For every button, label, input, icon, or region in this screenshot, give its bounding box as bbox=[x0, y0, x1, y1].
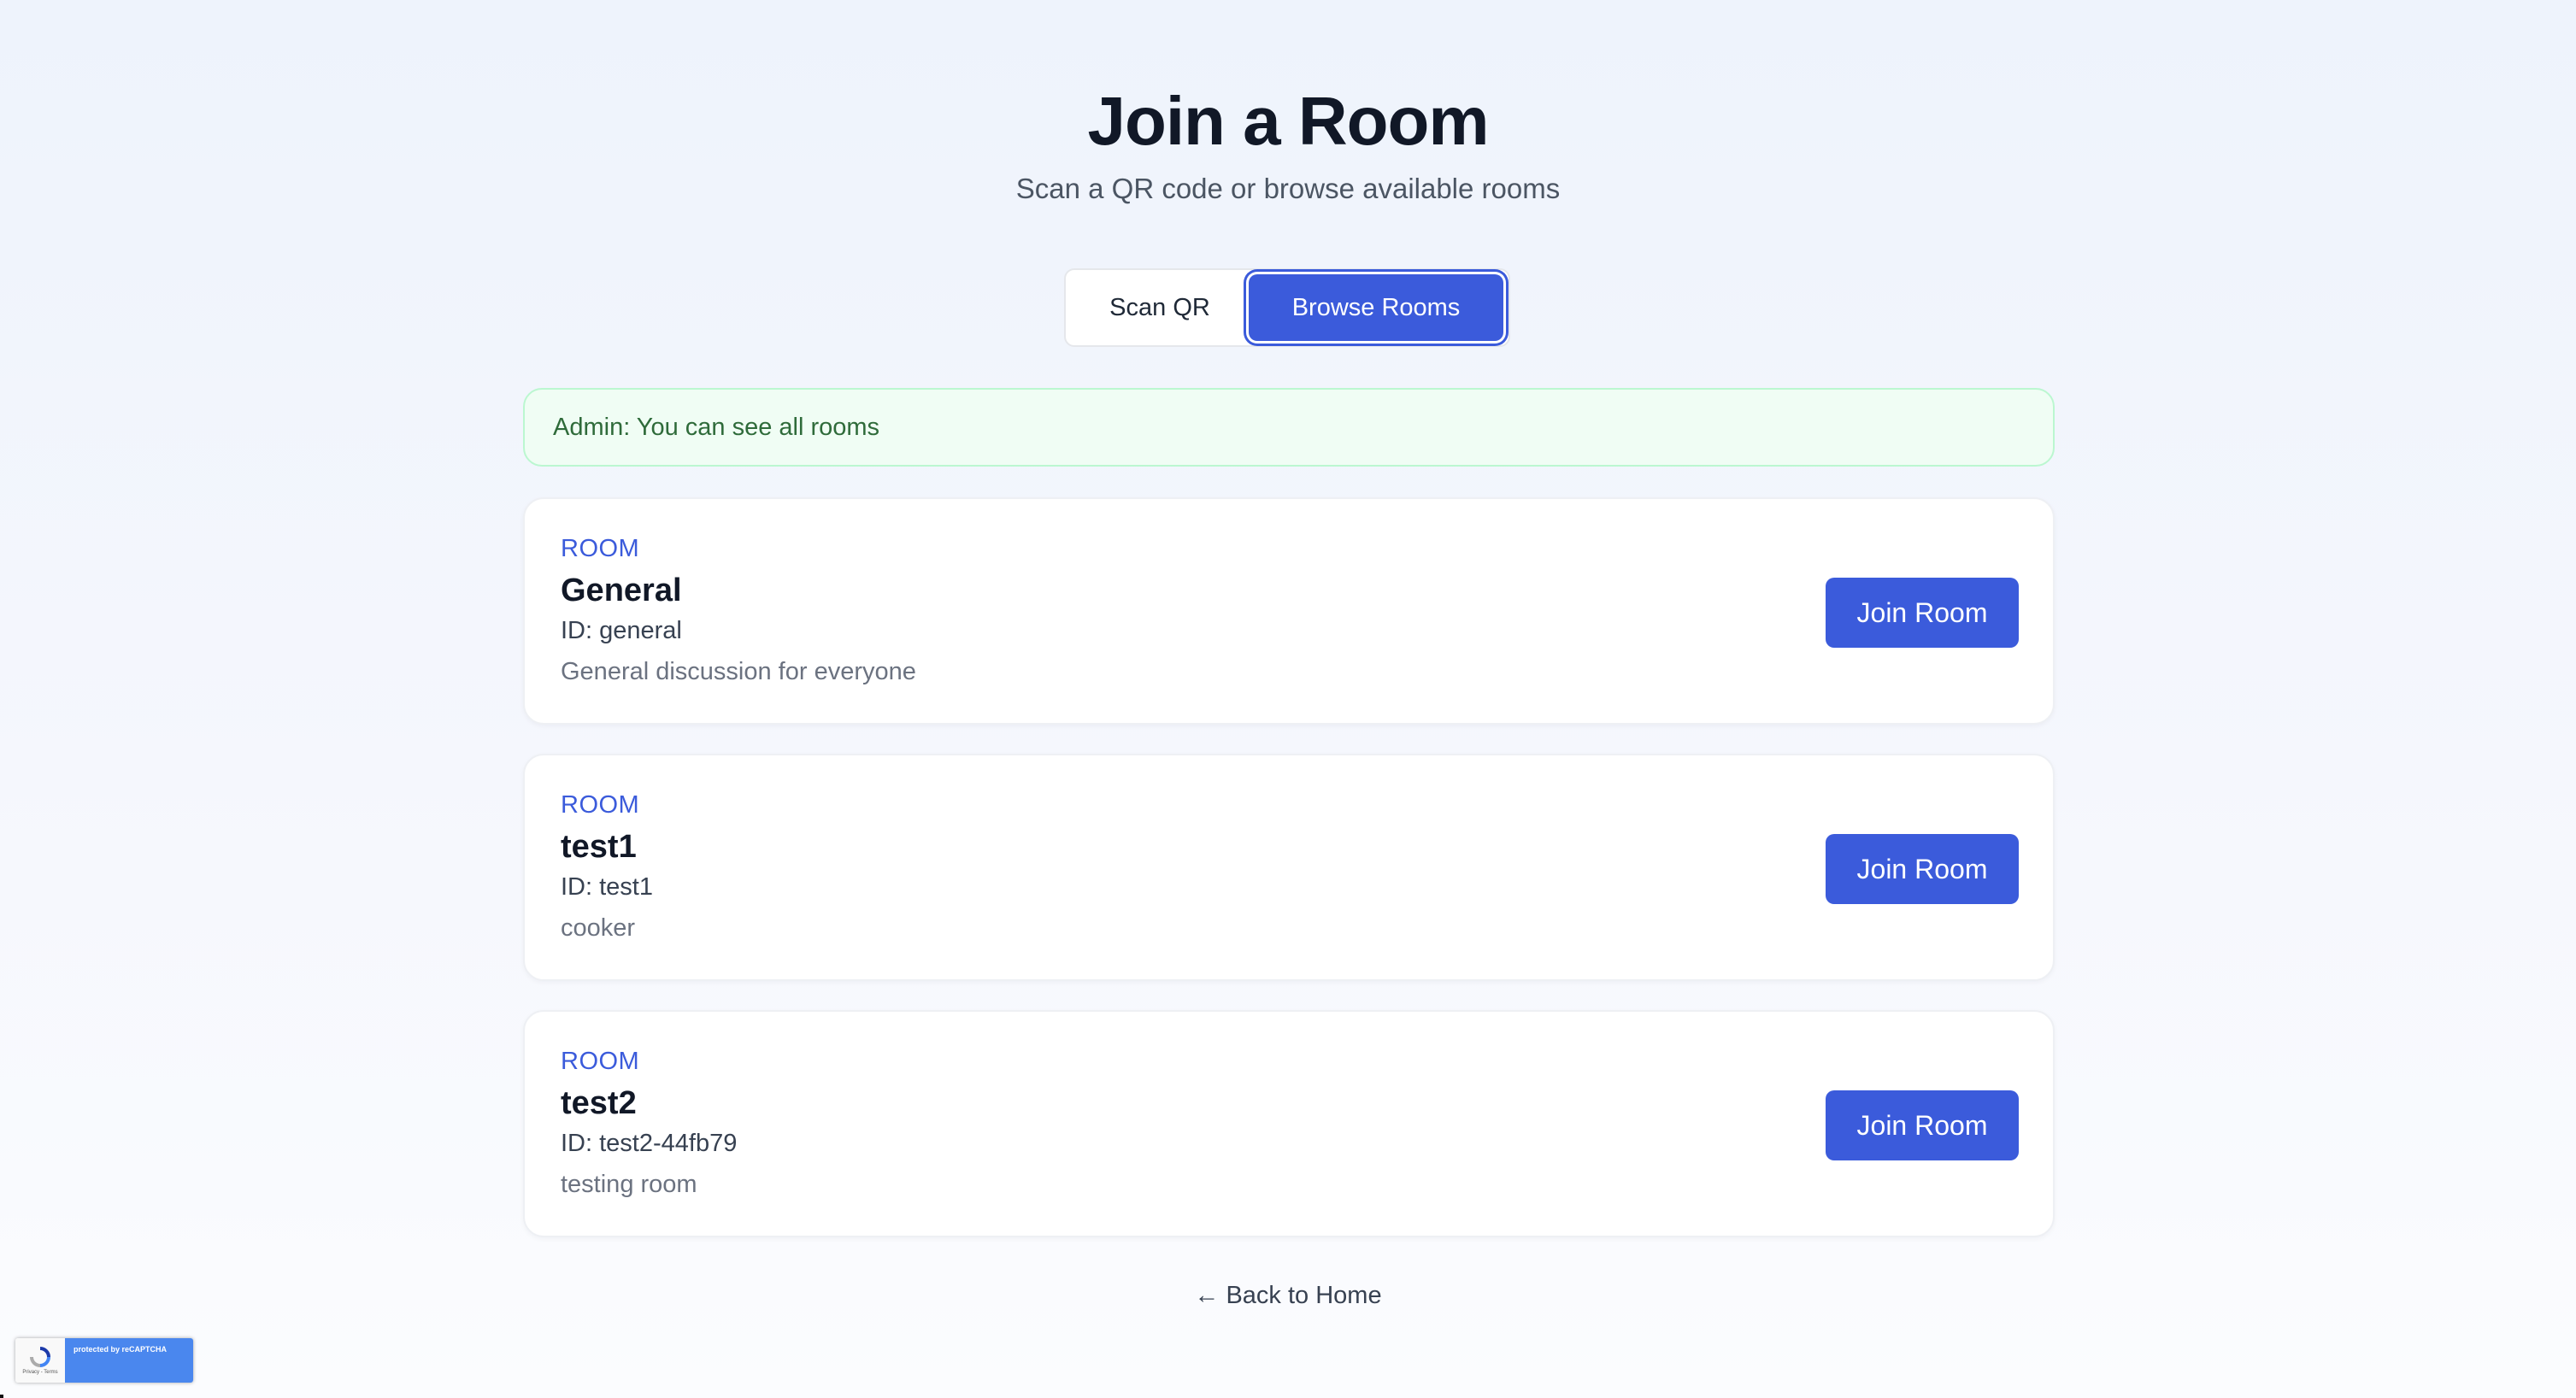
room-name: General bbox=[561, 573, 682, 608]
back-home-container: ← Back to Home bbox=[0, 1282, 2576, 1310]
join-room-page: Join a Room Scan a QR code or browse ava… bbox=[0, 0, 2576, 1398]
join-room-button-general[interactable]: Join Room bbox=[1826, 578, 2019, 648]
recaptcha-icon bbox=[30, 1347, 50, 1367]
room-description: General discussion for everyone bbox=[561, 658, 916, 685]
admin-notice: Admin: You can see all rooms bbox=[523, 388, 2055, 467]
page-title: Join a Room bbox=[1087, 83, 1489, 159]
room-id: ID: general bbox=[561, 617, 682, 644]
room-id: ID: test1 bbox=[561, 873, 653, 901]
room-name: test2 bbox=[561, 1085, 637, 1121]
room-description: cooker bbox=[561, 914, 636, 942]
room-card-general: ROOM General ID: general General discuss… bbox=[523, 497, 2055, 725]
recaptcha-text: protected by reCAPTCHA bbox=[65, 1338, 193, 1383]
room-description: testing room bbox=[561, 1171, 697, 1198]
room-tag: ROOM bbox=[561, 791, 640, 819]
mode-tabs: Scan QR Browse Rooms bbox=[1064, 268, 1510, 347]
join-room-button-test1[interactable]: Join Room bbox=[1826, 834, 2019, 904]
back-to-home-link[interactable]: ← Back to Home bbox=[1194, 1282, 1381, 1309]
room-tag: ROOM bbox=[561, 535, 640, 562]
admin-notice-text: Admin: You can see all rooms bbox=[553, 413, 880, 441]
room-name: test1 bbox=[561, 829, 637, 865]
page-subtitle: Scan a QR code or browse available rooms bbox=[1015, 173, 1561, 204]
room-id: ID: test2-44fb79 bbox=[561, 1130, 738, 1157]
tab-scan-qr[interactable]: Scan QR bbox=[1071, 274, 1249, 341]
room-card-test1: ROOM test1 ID: test1 cooker Join Room bbox=[523, 754, 2055, 981]
room-card-test2: ROOM test2 ID: test2-44fb79 testing room… bbox=[523, 1010, 2055, 1237]
room-tag: ROOM bbox=[561, 1048, 640, 1075]
corner-mark bbox=[0, 1395, 3, 1398]
tab-browse-rooms[interactable]: Browse Rooms bbox=[1249, 274, 1503, 341]
recaptcha-badge[interactable]: Privacy - Terms protected by reCAPTCHA bbox=[15, 1338, 193, 1383]
recaptcha-logo-box: Privacy - Terms bbox=[15, 1338, 65, 1383]
join-room-button-test2[interactable]: Join Room bbox=[1826, 1090, 2019, 1160]
recaptcha-terms[interactable]: Privacy - Terms bbox=[22, 1370, 57, 1375]
